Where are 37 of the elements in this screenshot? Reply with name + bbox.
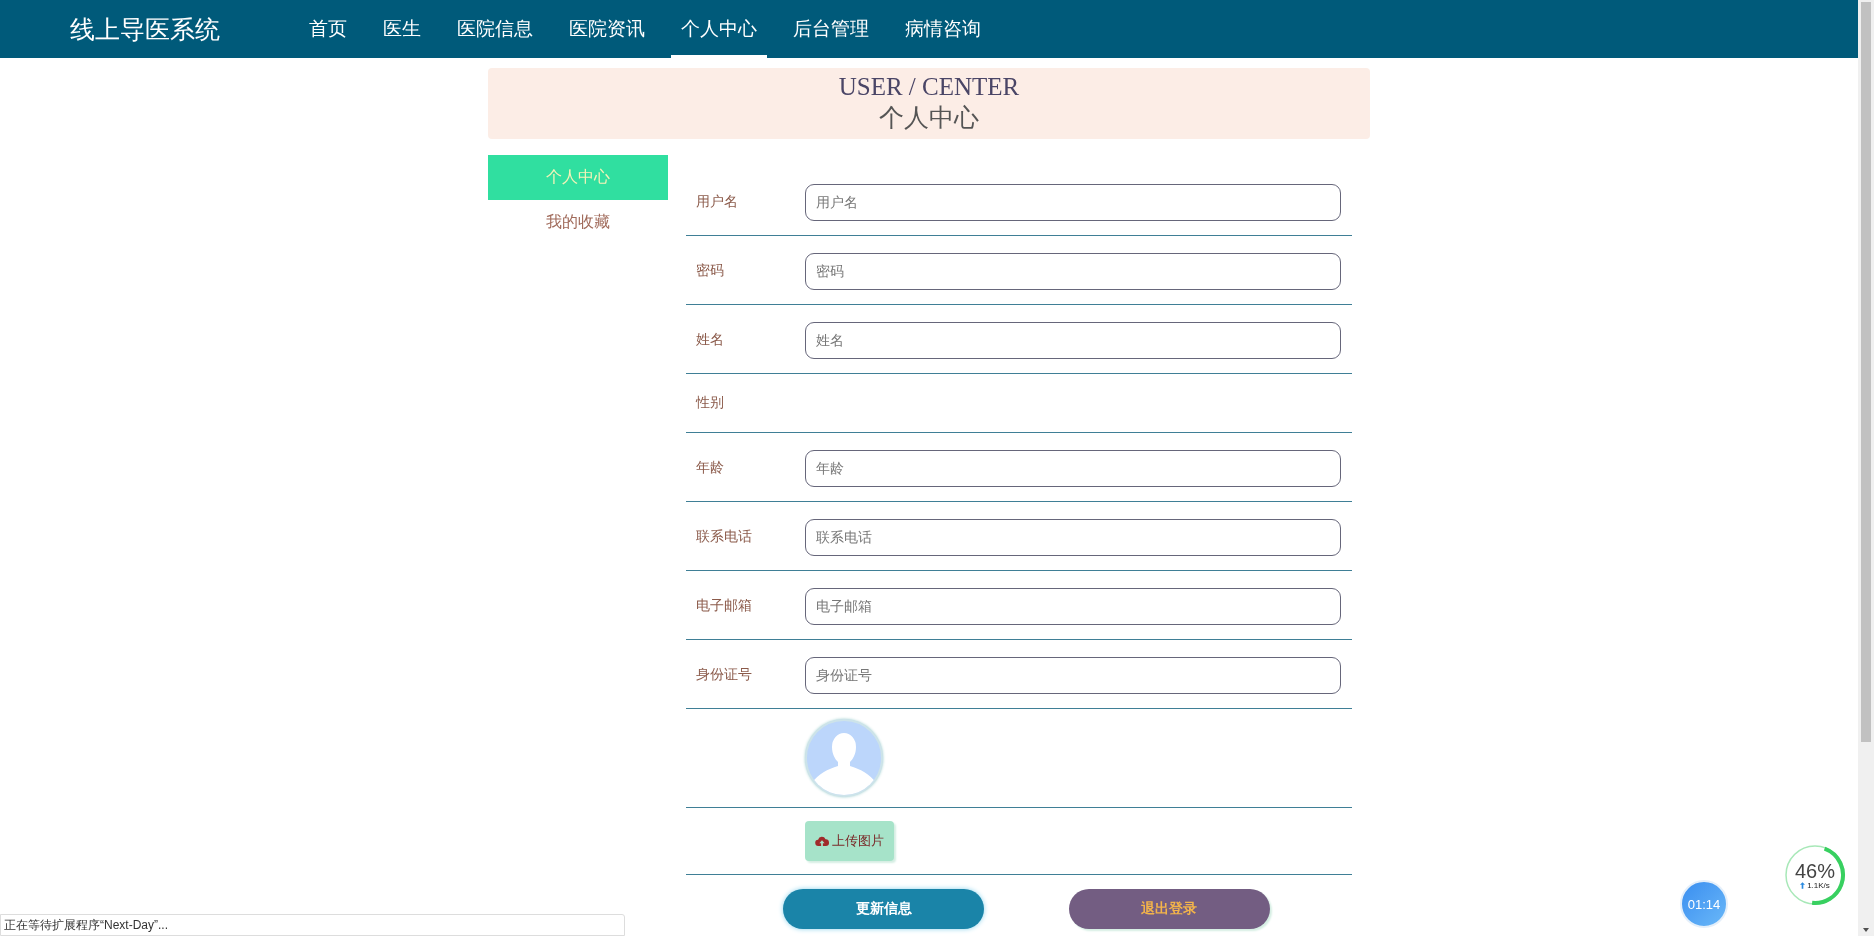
field-label: 性别 <box>696 394 725 412</box>
input-field[interactable]: 密码 <box>805 252 1341 290</box>
input-field[interactable]: 身份证号 <box>805 656 1341 694</box>
nav-link[interactable]: 个人中心 <box>671 0 767 58</box>
input-field[interactable]: 用户名 <box>805 183 1341 221</box>
banner-title: USER / CENTER <box>838 72 1020 102</box>
nav-link[interactable]: 医生 <box>373 0 431 58</box>
nav-link[interactable]: 医院信息 <box>447 0 543 58</box>
nav-link[interactable]: 后台管理 <box>783 0 879 58</box>
input-field[interactable]: 联系电话 <box>805 518 1341 556</box>
nav-link[interactable]: 首页 <box>299 0 357 58</box>
input-field[interactable]: 电子邮箱 <box>805 587 1341 625</box>
person-silhouette-icon <box>812 733 876 795</box>
nav-link[interactable]: 医院资讯 <box>559 0 655 58</box>
banner-subtitle: 个人中心 <box>879 103 979 133</box>
field-label: 身份证号 <box>696 666 753 684</box>
field-label: 用户名 <box>696 193 739 211</box>
field-label: 密码 <box>696 262 725 280</box>
site-logo: 线上导医系统 <box>69 13 221 45</box>
field-label: 电子邮箱 <box>696 597 753 615</box>
upload-button[interactable]: 上传图片 <box>805 821 894 861</box>
input-field[interactable]: 年龄 <box>805 449 1341 487</box>
field-label: 联系电话 <box>696 528 753 546</box>
scrollbar-drawing[interactable] <box>1858 0 1874 936</box>
update-button[interactable]: 更新信息 <box>783 889 985 929</box>
speed-widget[interactable]: 46% 1.1K/s <box>1784 844 1846 906</box>
up-arrow-icon <box>1800 881 1806 889</box>
nav-link[interactable]: 病情咨询 <box>895 0 991 58</box>
status-text: 正在等待扩展程序“Next-Day”... <box>4 916 168 934</box>
input-field[interactable]: 姓名 <box>805 321 1341 359</box>
field-label: 姓名 <box>696 331 725 349</box>
percent-text: 46% <box>1795 860 1835 881</box>
timer-text: 01:14 <box>1687 896 1721 912</box>
field-label: 年龄 <box>696 459 725 477</box>
sidebar-item[interactable]: 我的收藏 <box>488 200 668 245</box>
cloud-upload-icon <box>815 836 829 846</box>
speed-text: 1.1K/s <box>1807 880 1830 890</box>
